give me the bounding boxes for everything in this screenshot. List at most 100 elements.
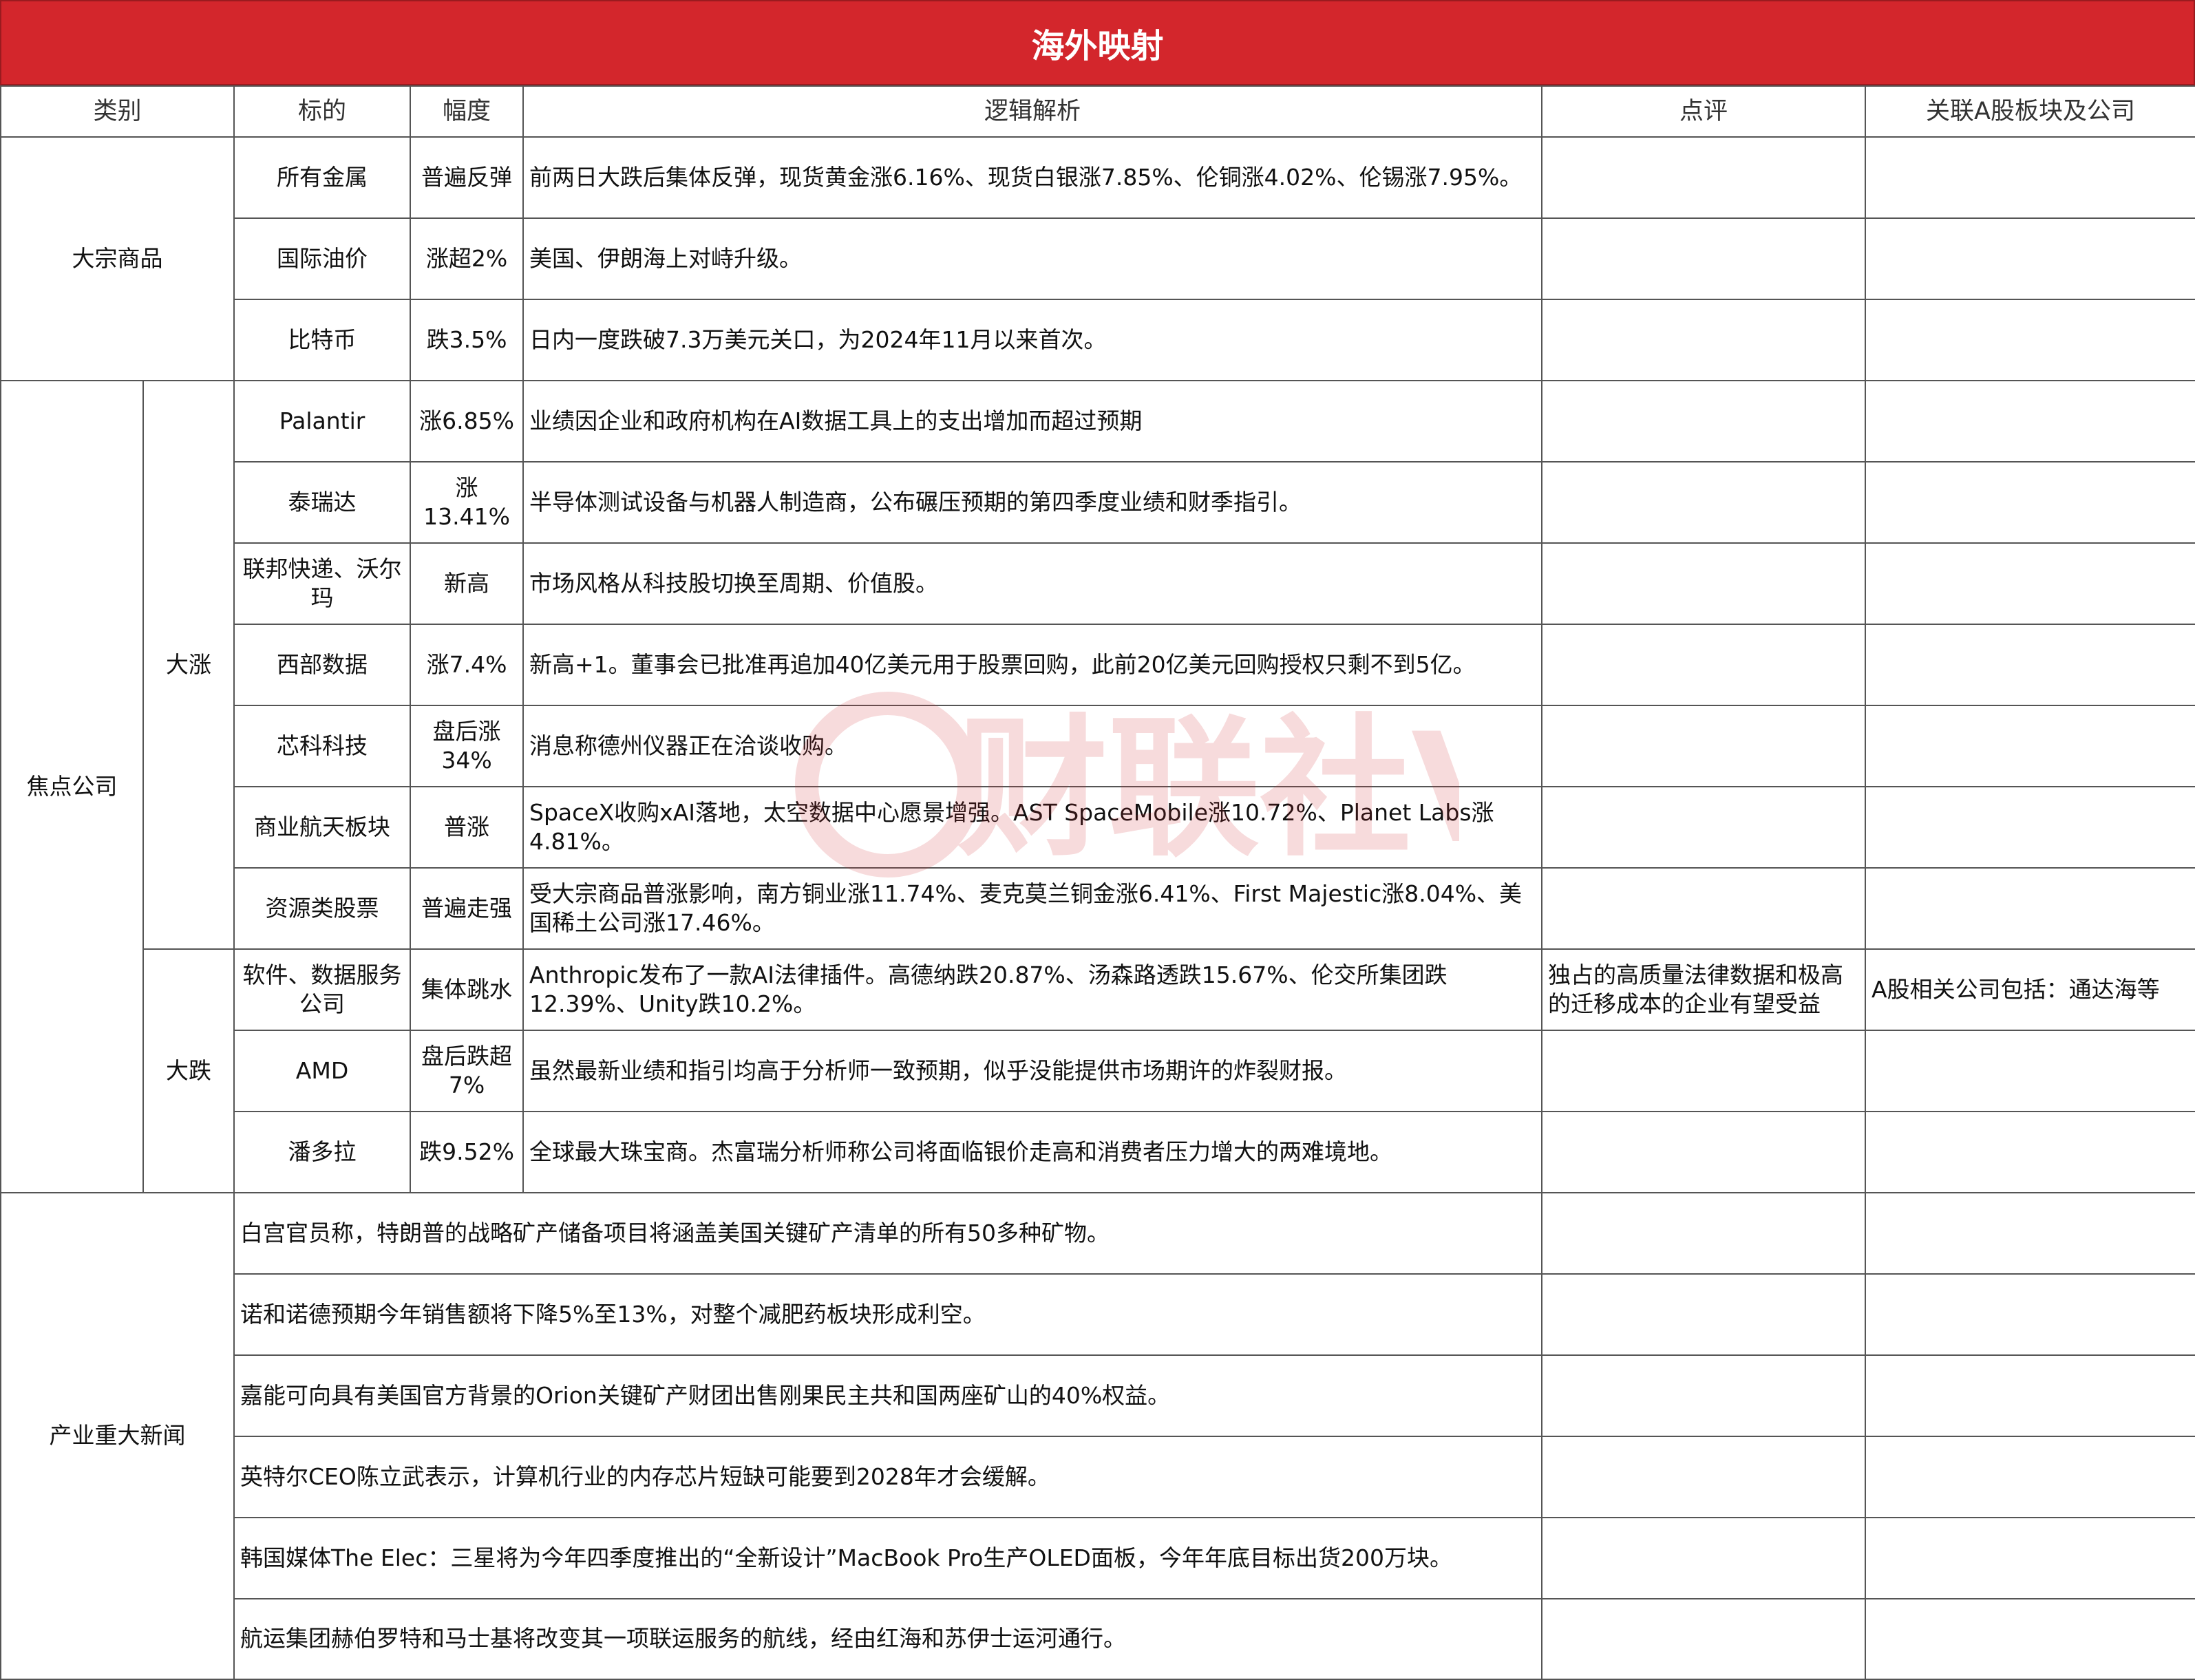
range-cell: 跌3.5%	[410, 299, 524, 381]
logic-cell: 消息称德州仪器正在洽谈收购。	[522, 705, 1543, 787]
target-cell: 资源类股票	[233, 867, 412, 950]
table-row: 潘多拉 跌9.52% 全球最大珠宝商。杰富瑞分析师称公司将面临银价走高和消费者压…	[1, 1111, 2195, 1193]
target-cell: 比特币	[233, 299, 412, 381]
overseas-mapping-table: 类别 标的 幅度 逻辑解析 点评 关联A股板块及公司 大宗商品 所有金属 普遍反…	[0, 85, 2195, 1680]
logic-cell: 日内一度跌破7.3万美元关口，为2024年11月以来首次。	[522, 299, 1543, 381]
table-row: 泰瑞达 涨13.41% 半导体测试设备与机器人制造商，公布碾压预期的第四季度业绩…	[1, 461, 2195, 544]
range-cell: 盘后跌超7%	[410, 1030, 524, 1112]
table-row: 联邦快递、沃尔玛 新高 市场风格从科技股切换至周期、价值股。	[1, 542, 2195, 625]
subcategory-plunge: 大跌	[142, 948, 235, 1193]
table-row: 航运集团赫伯罗特和马士基将改变其一项联运服务的航线，经由红海和苏伊士运河通行。	[1, 1598, 2195, 1680]
range-cell: 普涨	[410, 786, 524, 869]
table-row: 国际油价 涨超2% 美国、伊朗海上对峙升级。	[1, 217, 2195, 300]
related-cell: A股相关公司包括：通达海等	[1865, 948, 2195, 1031]
table-row: 诺和诺德预期今年销售额将下降5%至13%，对整个减肥药板块形成利空。	[1, 1273, 2195, 1356]
table-row: AMD 盘后跌超7% 虽然最新业绩和指引均高于分析师一致预期，似乎没能提供市场期…	[1, 1030, 2195, 1112]
range-cell: 涨7.4%	[410, 624, 524, 706]
table-row: 大宗商品 所有金属 普遍反弹 前两日大跌后集体反弹，现货黄金涨6.16%、现货白…	[0, 136, 2195, 381]
related-cell	[1865, 136, 2195, 219]
comment-cell	[1541, 1192, 1867, 1275]
comment-cell	[1541, 380, 1867, 462]
comment-cell	[1541, 1030, 1867, 1112]
comment-cell	[1541, 705, 1867, 787]
table-row: 焦点公司 大涨 Palantir 涨6.85% 业绩因企业和政府机构在AI数据工…	[0, 380, 2195, 1193]
comment-cell	[1541, 1436, 1867, 1518]
table-row: 韩国媒体The Elec：三星将为今年四季度推出的“全新设计”MacBook P…	[1, 1517, 2195, 1599]
news-cell: 嘉能可向具有美国官方背景的Orion关键矿产财团出售刚果民主共和国两座矿山的40…	[233, 1354, 1543, 1437]
related-cell	[1865, 1517, 2195, 1599]
target-cell: 国际油价	[233, 217, 412, 300]
range-cell: 普遍反弹	[410, 136, 524, 219]
logic-cell: 受大宗商品普涨影响，南方铜业涨11.74%、麦克莫兰铜金涨6.41%、First…	[522, 867, 1543, 950]
comment-cell	[1541, 786, 1867, 869]
comment-cell	[1541, 624, 1867, 706]
table-row: 西部数据 涨7.4% 新高+1。董事会已批准再追加40亿美元用于股票回购，此前2…	[1, 624, 2195, 706]
col-header-comment: 点评	[1541, 85, 1867, 138]
related-cell	[1865, 786, 2195, 869]
related-cell	[1865, 1030, 2195, 1112]
target-cell: 西部数据	[233, 624, 412, 706]
range-cell: 普遍走强	[410, 867, 524, 950]
related-cell	[1865, 1436, 2195, 1518]
logic-cell: 美国、伊朗海上对峙升级。	[522, 217, 1543, 300]
range-cell: 集体跳水	[410, 948, 524, 1031]
comment-cell	[1541, 299, 1867, 381]
col-header-range: 幅度	[410, 85, 524, 138]
col-header-category: 类别	[0, 85, 235, 138]
range-cell: 盘后涨34%	[410, 705, 524, 787]
related-cell	[1865, 1354, 2195, 1437]
logic-cell: 全球最大珠宝商。杰富瑞分析师称公司将面临银价走高和消费者压力增大的两难境地。	[522, 1111, 1543, 1193]
target-cell: 芯科科技	[233, 705, 412, 787]
logic-cell: 业绩因企业和政府机构在AI数据工具上的支出增加而超过预期	[522, 380, 1543, 462]
related-cell	[1865, 624, 2195, 706]
target-cell: 潘多拉	[233, 1111, 412, 1193]
target-cell: 联邦快递、沃尔玛	[233, 542, 412, 625]
range-cell: 新高	[410, 542, 524, 625]
related-cell	[1865, 867, 2195, 950]
table-row: 嘉能可向具有美国官方背景的Orion关键矿产财团出售刚果民主共和国两座矿山的40…	[1, 1354, 2195, 1437]
logic-cell: 新高+1。董事会已批准再追加40亿美元用于股票回购，此前20亿美元回购授权只剩不…	[522, 624, 1543, 706]
range-cell: 涨超2%	[410, 217, 524, 300]
logic-cell: SpaceX收购xAI落地，太空数据中心愿景增强。AST SpaceMobile…	[522, 786, 1543, 869]
subcategory-surge: 大涨	[142, 380, 235, 950]
header-row: 类别 标的 幅度 逻辑解析 点评 关联A股板块及公司	[0, 85, 2195, 138]
related-cell	[1865, 705, 2195, 787]
logic-cell: 半导体测试设备与机器人制造商，公布碾压预期的第四季度业绩和财季指引。	[522, 461, 1543, 544]
target-cell: Palantir	[233, 380, 412, 462]
table-row: 英特尔CEO陈立武表示，计算机行业的内存芯片短缺可能要到2028年才会缓解。	[1, 1436, 2195, 1518]
related-cell	[1865, 380, 2195, 462]
table-row: 产业重大新闻 白宫官员称，特朗普的战略矿产储备项目将涵盖美国关键矿产清单的所有5…	[0, 1192, 2195, 1680]
news-cell: 韩国媒体The Elec：三星将为今年四季度推出的“全新设计”MacBook P…	[233, 1517, 1543, 1599]
table-row: 商业航天板块 普涨 SpaceX收购xAI落地，太空数据中心愿景增强。AST S…	[1, 786, 2195, 869]
table-title: 海外映射	[0, 0, 2195, 85]
target-cell: 泰瑞达	[233, 461, 412, 544]
comment-cell	[1541, 542, 1867, 625]
col-header-logic: 逻辑解析	[522, 85, 1543, 138]
related-cell	[1865, 299, 2195, 381]
table-row: 资源类股票 普遍走强 受大宗商品普涨影响，南方铜业涨11.74%、麦克莫兰铜金涨…	[1, 867, 2195, 950]
logic-cell: 虽然最新业绩和指引均高于分析师一致预期，似乎没能提供市场期许的炸裂财报。	[522, 1030, 1543, 1112]
category-commodities: 大宗商品	[0, 136, 235, 381]
table-row: 大跌 软件、数据服务公司 集体跳水 Anthropic发布了一款AI法律插件。高…	[1, 948, 2195, 1193]
range-cell: 涨6.85%	[410, 380, 524, 462]
target-cell: 软件、数据服务公司	[233, 948, 412, 1031]
related-cell	[1865, 1192, 2195, 1275]
comment-cell	[1541, 1354, 1867, 1437]
range-cell: 涨13.41%	[410, 461, 524, 544]
category-focus-companies: 焦点公司	[0, 380, 144, 1193]
comment-cell	[1541, 461, 1867, 544]
logic-cell: 市场风格从科技股切换至周期、价值股。	[522, 542, 1543, 625]
comment-cell	[1541, 1273, 1867, 1356]
news-cell: 白宫官员称，特朗普的战略矿产储备项目将涵盖美国关键矿产清单的所有50多种矿物。	[233, 1192, 1543, 1275]
related-cell	[1865, 461, 2195, 544]
table-row: 比特币 跌3.5% 日内一度跌破7.3万美元关口，为2024年11月以来首次。	[1, 299, 2195, 381]
col-header-related: 关联A股板块及公司	[1865, 85, 2195, 138]
col-header-target: 标的	[233, 85, 412, 138]
logic-cell: 前两日大跌后集体反弹，现货黄金涨6.16%、现货白银涨7.85%、伦铜涨4.02…	[522, 136, 1543, 219]
related-cell	[1865, 1598, 2195, 1680]
target-cell: 商业航天板块	[233, 786, 412, 869]
target-cell: AMD	[233, 1030, 412, 1112]
news-cell: 英特尔CEO陈立武表示，计算机行业的内存芯片短缺可能要到2028年才会缓解。	[233, 1436, 1543, 1518]
comment-cell	[1541, 1598, 1867, 1680]
comment-cell	[1541, 217, 1867, 300]
